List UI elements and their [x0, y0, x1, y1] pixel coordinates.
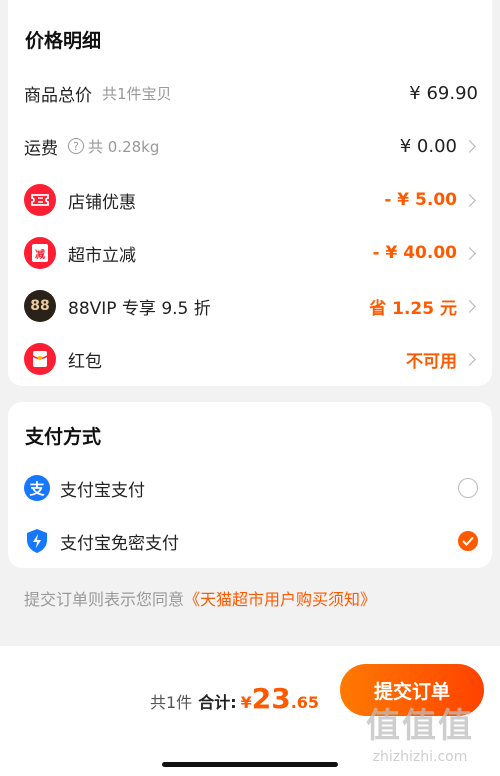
shipping-row[interactable]: 运费 ? 共 0.28kg ¥ 0.00: [8, 128, 492, 164]
items-total-row: 商品总价 共1件宝贝 ¥ 69.90: [8, 75, 492, 111]
agreement-text: 提交订单则表示您同意《天猫超市用户购买须知》: [24, 586, 376, 610]
store-discount-value: - ¥ 5.00: [384, 190, 457, 210]
total-amount-decimal: .65: [290, 693, 320, 712]
vip-discount-row[interactable]: 88 88VIP 专享 9.5 折 省 1.25 元: [8, 288, 492, 324]
total-amount-integer: 23: [251, 682, 291, 715]
red-packet-row[interactable]: 红包 不可用: [8, 341, 492, 377]
chevron-right-icon: [463, 299, 476, 313]
home-indicator[interactable]: [162, 762, 338, 767]
agreement-link[interactable]: 《天猫超市用户购买须知》: [184, 590, 376, 609]
payment-method-card: 支付方式 支 支付宝支付 支付宝免密支付: [8, 402, 492, 568]
total-label: 合计:: [198, 693, 237, 712]
shipping-label: 运费: [24, 138, 58, 159]
order-total: 共1件 合计: ¥ 23 .65: [150, 682, 319, 715]
chevron-right-icon: [463, 193, 476, 207]
market-reduction-value: - ¥ 40.00: [372, 243, 458, 263]
chevron-right-icon: [463, 139, 476, 153]
payment-option-label: 支付宝支付: [60, 480, 145, 501]
store-discount-row[interactable]: 店铺优惠 - ¥ 5.00: [8, 182, 492, 218]
agreement-prefix: 提交订单则表示您同意: [24, 590, 185, 609]
store-discount-label: 店铺优惠: [68, 192, 136, 213]
market-reduction-row[interactable]: 减 超市立减 - ¥ 40.00: [8, 235, 492, 271]
watermark-url: zhizhizhi.com: [372, 749, 468, 765]
shipping-value: ¥ 0.00: [399, 135, 457, 157]
chevron-right-icon: [463, 352, 476, 366]
radio-unselected[interactable]: [458, 478, 478, 498]
payment-option-alipay[interactable]: 支 支付宝支付: [8, 470, 492, 506]
red-packet-value: 不可用: [406, 351, 457, 372]
shield-icon: [24, 528, 50, 554]
radio-selected-check-icon[interactable]: [458, 531, 478, 551]
market-reduction-label: 超市立减: [68, 245, 136, 266]
items-total-label: 商品总价: [24, 85, 92, 106]
red-packet-label: 红包: [68, 351, 102, 372]
price-details-title: 价格明细: [25, 30, 102, 52]
checkout-bar: 共1件 合计: ¥ 23 .65 提交订单 值值值 zhizhizhi.com: [0, 646, 500, 776]
item-count: 共1件: [150, 693, 193, 712]
shipping-weight: 共 0.28kg: [88, 137, 160, 156]
items-total-value: ¥ 69.90: [409, 82, 478, 104]
reduction-icon: 减: [24, 237, 56, 269]
vip-88-icon: 88: [24, 290, 56, 322]
items-count: 共1件宝贝: [102, 84, 172, 103]
vip-savings-value: 省 1.25 元: [369, 298, 457, 319]
price-details-card: 价格明细 商品总价 共1件宝贝 ¥ 69.90 运费 ? 共 0.28kg ¥ …: [8, 0, 492, 386]
red-envelope-icon: [24, 343, 56, 375]
submit-order-button[interactable]: 提交订单: [340, 664, 484, 716]
payment-option-label: 支付宝免密支付: [60, 533, 179, 554]
vip-label: 88VIP 专享 9.5 折: [68, 298, 211, 319]
chevron-right-icon: [463, 246, 476, 260]
alipay-icon: 支: [24, 475, 50, 501]
payment-method-title: 支付方式: [25, 426, 102, 448]
currency-symbol: ¥: [240, 693, 252, 712]
payment-option-alipay-nopwd[interactable]: 支付宝免密支付: [8, 523, 492, 559]
ticket-icon: [24, 184, 56, 216]
help-icon[interactable]: ?: [68, 138, 84, 154]
